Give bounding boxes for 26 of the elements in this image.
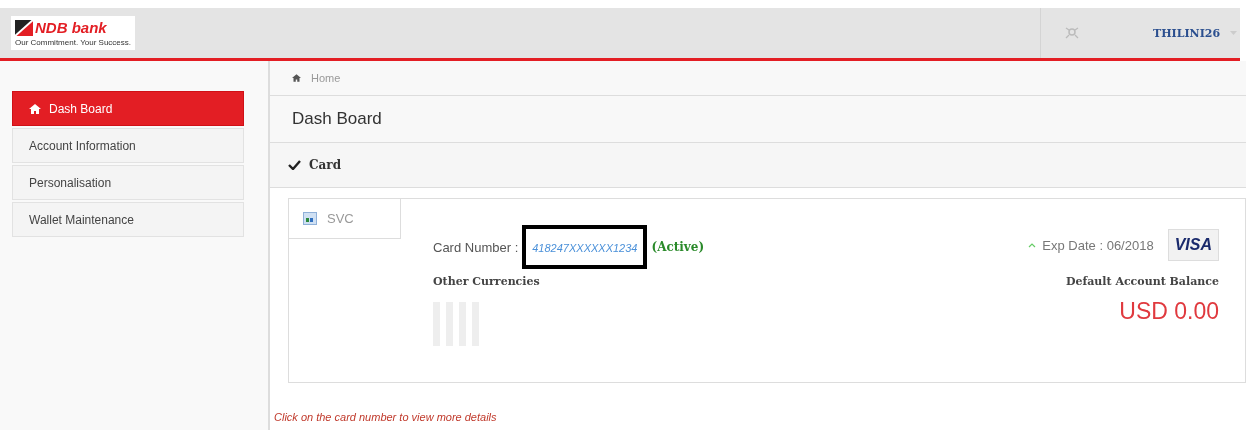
- home-icon: [29, 103, 41, 114]
- chevron-up-icon[interactable]: [1028, 242, 1037, 248]
- sidebar-item[interactable]: Dash Board: [12, 91, 244, 126]
- balance-amount: USD 0.00: [1119, 298, 1219, 325]
- card-brand-badge: VISA: [1167, 229, 1219, 261]
- user-icon[interactable]: [1065, 27, 1079, 39]
- logo-name: NDB bank: [35, 20, 107, 36]
- logo-mark-icon: [15, 20, 33, 36]
- sidebar-item[interactable]: Personalisation: [12, 165, 244, 200]
- sidebar-item[interactable]: Wallet Maintenance: [12, 202, 244, 237]
- card-number-link[interactable]: 418247XXXXXX1234: [532, 242, 638, 254]
- other-currencies-label: Other Currencies: [433, 275, 540, 288]
- check-icon: [288, 160, 301, 170]
- card-status: (Active): [651, 240, 705, 254]
- caret-icon[interactable]: [1230, 30, 1238, 36]
- home-icon[interactable]: [292, 74, 301, 82]
- hint-text: Click on the card number to view more details: [273, 411, 498, 423]
- logo-tagline: Our Commitment. Your Success.: [15, 38, 132, 47]
- balance-label: Default Account Balance: [1065, 275, 1219, 288]
- section-title: Card: [309, 158, 342, 172]
- user-menu-button[interactable]: THILINI26: [1153, 26, 1221, 40]
- expiry-date: Exp Date : 06/2018: [1042, 237, 1154, 253]
- page-title: Dash Board: [292, 109, 382, 129]
- card-icon: [303, 212, 317, 225]
- sidebar-item[interactable]: Account Information: [12, 128, 244, 163]
- card-number-label: Card Number :: [433, 239, 519, 255]
